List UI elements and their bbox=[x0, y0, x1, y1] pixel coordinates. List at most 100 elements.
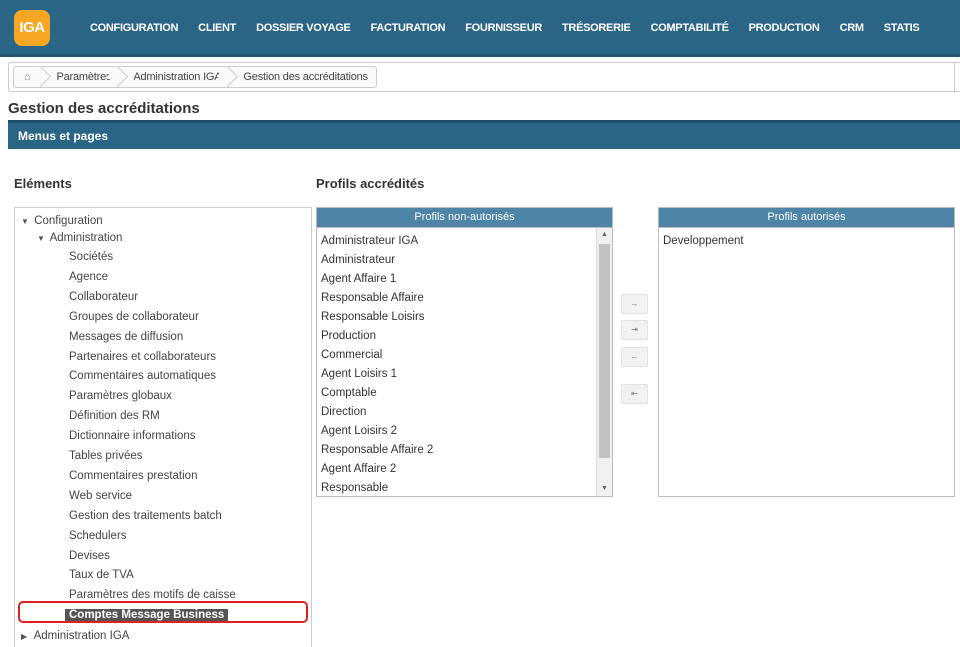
nav-production[interactable]: PRODUCTION bbox=[739, 0, 830, 57]
breadcrumb-administration-iga[interactable]: Administration IGA bbox=[119, 67, 229, 87]
profils-heading: Profils accrédités bbox=[316, 176, 425, 191]
tree-leaf[interactable]: Définition des RM bbox=[69, 407, 160, 426]
move-right-button[interactable]: → bbox=[621, 294, 648, 314]
tree-leaf-label[interactable]: Sociétés bbox=[69, 251, 113, 263]
nav-dossier-voyage[interactable]: DOSSIER VOYAGE bbox=[246, 0, 360, 57]
expand-down-icon[interactable]: ▼ bbox=[37, 229, 47, 248]
tree-leaf[interactable]: Schedulers bbox=[69, 527, 127, 546]
tree-leaf[interactable]: Web service bbox=[69, 487, 132, 506]
nav-comptabilite[interactable]: COMPTABILITÉ bbox=[641, 0, 739, 57]
nav-tresorerie[interactable]: TRÉSORERIE bbox=[552, 0, 641, 57]
tree-leaf-label[interactable]: Devises bbox=[69, 550, 110, 562]
profile-list-item[interactable]: Responsable bbox=[321, 479, 388, 498]
tree-leaf[interactable]: Dictionnaire informations bbox=[69, 427, 196, 446]
scroll-down-icon[interactable]: ▼ bbox=[597, 482, 612, 496]
profile-list-item[interactable]: Developpement bbox=[663, 232, 744, 251]
tree-leaf[interactable]: Devises bbox=[69, 547, 110, 566]
tree-leaf-label[interactable]: Paramètres des motifs de caisse bbox=[69, 589, 236, 601]
section-title: Menus et pages bbox=[18, 129, 109, 143]
tree-leaf-label[interactable]: Taux de TVA bbox=[69, 569, 134, 581]
section-header-menus-pages: Menus et pages bbox=[8, 120, 960, 149]
profile-list-item[interactable]: Production bbox=[321, 327, 376, 346]
unauthorized-profiles-list[interactable]: Profils non-autorisés ▲ ▼ Administrateur… bbox=[316, 207, 613, 497]
move-left-button[interactable]: ← bbox=[621, 347, 648, 367]
tree-leaf[interactable]: Partenaires et collaborateurs bbox=[69, 348, 216, 367]
profile-list-item[interactable]: Comptable bbox=[321, 384, 377, 403]
selection-highlight bbox=[18, 601, 308, 623]
unauthorized-profiles-body[interactable]: ▲ ▼ Administrateur IGA Administrateur Agen… bbox=[317, 227, 612, 496]
authorized-profiles-list[interactable]: Profils autorisés Developpement bbox=[658, 207, 955, 497]
tree-leaf[interactable]: Paramètres globaux bbox=[69, 387, 172, 406]
elements-tree[interactable]: ▼ Configuration ▼ Administration Société… bbox=[14, 207, 312, 647]
breadcrumb-bar: ⌂ Paramètres Administration IGA Gestion … bbox=[8, 62, 960, 92]
breadcrumb-gestion-accreditations: Gestion des accréditations bbox=[243, 71, 368, 83]
nav-crm[interactable]: CRM bbox=[830, 0, 874, 57]
page-title: Gestion des accréditations bbox=[8, 100, 200, 117]
tree-leaf[interactable]: Taux de TVA bbox=[69, 566, 134, 585]
tree-leaf-label[interactable]: Tables privées bbox=[69, 450, 143, 462]
tree-node-administration[interactable]: ▼ Administration bbox=[37, 229, 122, 248]
move-left-icon: ← bbox=[630, 352, 639, 361]
tree-leaf-label[interactable]: Web service bbox=[69, 490, 132, 502]
tree-node-label[interactable]: Configuration bbox=[34, 215, 102, 227]
nav-statistiques[interactable]: STATIS bbox=[874, 0, 930, 57]
profile-list-item[interactable]: Agent Affaire 2 bbox=[321, 460, 396, 479]
tree-leaf-label[interactable]: Paramètres globaux bbox=[69, 390, 172, 402]
tree-leaf-label[interactable]: Commentaires automatiques bbox=[69, 370, 216, 382]
tree-node-label[interactable]: Administration IGA bbox=[34, 630, 130, 642]
tree-leaf[interactable]: Commentaires automatiques bbox=[69, 367, 216, 386]
profile-list-item[interactable]: Commercial bbox=[321, 346, 382, 365]
tree-node-administration-iga[interactable]: ▶ Administration IGA bbox=[21, 627, 129, 646]
nav-fournisseur[interactable]: FOURNISSEUR bbox=[455, 0, 552, 57]
tree-leaf-label[interactable]: Définition des RM bbox=[69, 410, 160, 422]
tree-leaf[interactable]: Tables privées bbox=[69, 447, 143, 466]
tree-leaf-label[interactable]: Collaborateur bbox=[69, 291, 138, 303]
tree-leaf-label[interactable]: Groupes de collaborateur bbox=[69, 311, 199, 323]
tree-leaf-label[interactable]: Schedulers bbox=[69, 530, 127, 542]
tree-leaf-label[interactable]: Gestion des traitements batch bbox=[69, 510, 222, 522]
nav-configuration[interactable]: CONFIGURATION bbox=[80, 0, 188, 57]
profile-list-item[interactable]: Agent Affaire 1 bbox=[321, 270, 396, 289]
move-all-right-icon: ⇥ bbox=[631, 325, 638, 334]
nav-facturation[interactable]: FACTURATION bbox=[361, 0, 456, 57]
profile-list-item[interactable]: Responsable Affaire 2 bbox=[321, 441, 433, 460]
tree-leaf-label[interactable]: Agence bbox=[69, 271, 108, 283]
tree-leaf[interactable]: Sociétés bbox=[69, 248, 113, 267]
tree-leaf[interactable]: Gestion des traitements batch bbox=[69, 507, 222, 526]
tree-leaf[interactable]: Commentaires prestation bbox=[69, 467, 197, 486]
tree-leaf-label[interactable]: Messages de diffusion bbox=[69, 331, 183, 343]
profile-list-item[interactable]: Administrateur bbox=[321, 251, 395, 270]
tree-leaf[interactable]: Messages de diffusion bbox=[69, 328, 183, 347]
main-menu: CONFIGURATION CLIENT DOSSIER VOYAGE FACT… bbox=[80, 0, 929, 57]
nav-client[interactable]: CLIENT bbox=[188, 0, 246, 57]
home-icon: ⌂ bbox=[24, 71, 31, 83]
expand-down-icon[interactable]: ▼ bbox=[21, 212, 31, 231]
breadcrumb: ⌂ Paramètres Administration IGA Gestion … bbox=[13, 66, 377, 88]
scroll-up-icon[interactable]: ▲ bbox=[597, 228, 612, 242]
top-navbar: IGA CONFIGURATION CLIENT DOSSIER VOYAGE … bbox=[0, 0, 960, 57]
authorized-profiles-body[interactable]: Developpement bbox=[659, 227, 954, 496]
breadcrumb-home[interactable]: ⌂ bbox=[14, 67, 42, 87]
move-all-right-button[interactable]: ⇥ bbox=[621, 320, 648, 340]
profile-list-item[interactable]: Agent Loisirs 2 bbox=[321, 422, 397, 441]
profile-list-item[interactable]: Administrateur IGA bbox=[321, 232, 418, 251]
vertical-scrollbar[interactable]: ▲ ▼ bbox=[596, 228, 612, 496]
breadcrumb-edge bbox=[954, 63, 960, 91]
profile-list-item[interactable]: Responsable Affaire bbox=[321, 289, 424, 308]
tree-leaf[interactable]: Agence bbox=[69, 268, 108, 287]
profile-list-item[interactable]: Responsable Loisirs bbox=[321, 308, 425, 327]
tree-leaf-label[interactable]: Commentaires prestation bbox=[69, 470, 197, 482]
tree-leaf[interactable]: Collaborateur bbox=[69, 288, 138, 307]
move-all-left-button[interactable]: ⇤ bbox=[621, 384, 648, 404]
tree-leaf[interactable]: Groupes de collaborateur bbox=[69, 308, 199, 327]
tree-node-label[interactable]: Administration bbox=[50, 232, 123, 244]
tree-leaf-label[interactable]: Partenaires et collaborateurs bbox=[69, 351, 216, 363]
breadcrumb-parametres[interactable]: Paramètres bbox=[42, 67, 119, 87]
tree-leaf-label[interactable]: Dictionnaire informations bbox=[69, 430, 196, 442]
scrollbar-thumb[interactable] bbox=[599, 244, 610, 458]
profile-list-item[interactable]: Agent Loisirs 1 bbox=[321, 365, 397, 384]
expand-right-icon[interactable]: ▶ bbox=[21, 627, 31, 646]
iga-logo[interactable]: IGA bbox=[14, 10, 50, 46]
profile-list-item[interactable]: Direction bbox=[321, 403, 366, 422]
authorized-profiles-header: Profils autorisés bbox=[659, 208, 954, 227]
